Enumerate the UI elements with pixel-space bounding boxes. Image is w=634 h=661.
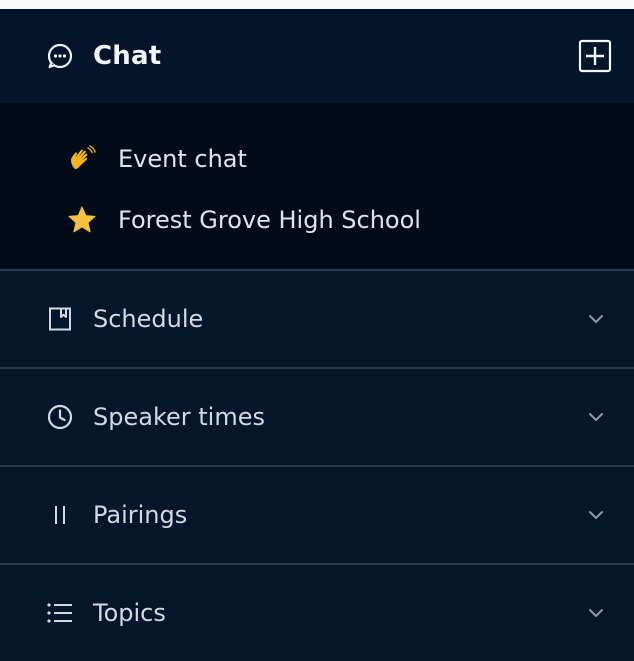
chevron-down-icon[interactable]: [584, 503, 608, 527]
pause-icon: [45, 500, 75, 530]
chevron-down-icon[interactable]: [584, 307, 608, 331]
chat-list: Event chat Forest Grove High School: [0, 103, 634, 269]
star-icon: [66, 204, 98, 236]
chat-item-label: Event chat: [118, 144, 247, 173]
chat-header[interactable]: Chat: [0, 9, 634, 103]
chevron-down-icon[interactable]: [584, 405, 608, 429]
section-pairings[interactable]: Pairings: [0, 465, 634, 563]
sidebar-panel: Chat Event chat Forest Grove High School…: [0, 9, 634, 661]
chat-item-event-chat[interactable]: Event chat: [0, 128, 634, 189]
chat-item-forest-grove-high-school[interactable]: Forest Grove High School: [0, 189, 634, 250]
chat-title: Chat: [93, 41, 162, 71]
add-chat-button[interactable]: [578, 39, 612, 73]
waving-hand-icon: [66, 143, 98, 175]
section-label: Schedule: [93, 305, 204, 333]
clock-icon: [45, 402, 75, 432]
chat-item-label: Forest Grove High School: [118, 205, 421, 234]
section-topics[interactable]: Topics: [0, 563, 634, 661]
list-icon: [45, 598, 75, 628]
section-label: Pairings: [93, 501, 188, 529]
chevron-down-icon[interactable]: [584, 601, 608, 625]
section-label: Speaker times: [93, 403, 265, 431]
bookmark-icon: [45, 304, 75, 334]
plus-square-icon: [578, 39, 612, 73]
section-schedule[interactable]: Schedule: [0, 269, 634, 367]
section-speaker-times[interactable]: Speaker times: [0, 367, 634, 465]
chat-bubble-icon: [45, 41, 75, 71]
section-label: Topics: [93, 599, 166, 627]
